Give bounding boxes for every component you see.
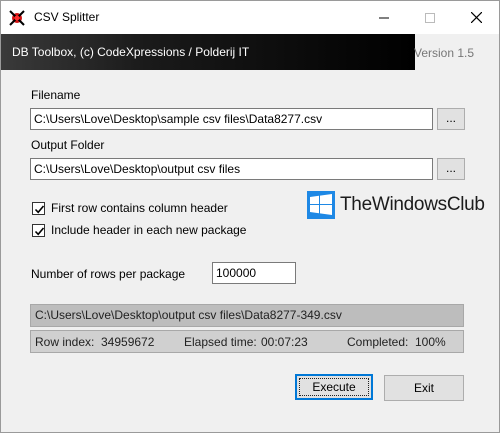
checkmark-icon (34, 204, 45, 213)
elapsed-time-label: Elapsed time: (184, 335, 257, 349)
output-folder-label: Output Folder (31, 138, 105, 152)
include-header-checkbox[interactable] (32, 223, 45, 237)
row-index-label: Row index: (35, 335, 95, 349)
watermark-text: TheWindowsClub (340, 194, 485, 215)
app-icon (9, 10, 25, 26)
header-checkbox-label: First row contains column header (51, 201, 228, 215)
maximize-button[interactable] (407, 1, 453, 34)
filename-input[interactable] (30, 108, 433, 130)
close-icon (470, 12, 482, 23)
title-bar[interactable]: CSV Splitter (1, 1, 499, 34)
row-index-value: 34959672 (101, 335, 155, 349)
version-label: Version 1.5 (414, 46, 475, 60)
header-checkbox[interactable] (32, 201, 45, 215)
elapsed-time-value: 00:07:23 (261, 335, 308, 349)
progress-status-bar: Row index: 34959672 Elapsed time: 00:07:… (30, 330, 464, 353)
browse-filename-button[interactable]: ... (437, 108, 465, 130)
execute-button[interactable]: Execute (295, 374, 373, 400)
csv-splitter-window: CSV Splitter DB Toolbox, (c) CodeXpressi… (0, 0, 500, 433)
close-button[interactable] (453, 1, 499, 34)
windows-logo-icon (307, 191, 335, 219)
window-title: CSV Splitter (34, 10, 100, 24)
checkmark-icon (34, 226, 45, 235)
maximize-icon (425, 12, 435, 23)
browse-output-button[interactable]: ... (437, 158, 465, 180)
output-folder-input[interactable] (30, 158, 433, 180)
include-header-checkbox-row[interactable]: Include header in each new package (32, 223, 246, 237)
completed-label: Completed: (347, 335, 409, 349)
header-checkbox-row[interactable]: First row contains column header (32, 201, 228, 215)
watermark: TheWindowsClub (307, 191, 485, 219)
rows-per-package-input[interactable] (212, 262, 296, 284)
include-header-checkbox-label: Include header in each new package (51, 223, 247, 237)
current-file-status: C:\Users\Love\Desktop\output csv files\D… (30, 304, 464, 327)
filename-label: Filename (31, 88, 81, 102)
exit-button[interactable]: Exit (384, 375, 464, 401)
minimize-icon (379, 17, 389, 18)
minimize-button[interactable] (361, 1, 407, 34)
banner-text: DB Toolbox, (c) CodeXpressions / Polderi… (12, 45, 250, 59)
execute-button-label: Execute (299, 378, 369, 396)
header-banner: DB Toolbox, (c) CodeXpressions / Polderi… (1, 34, 415, 70)
rows-per-package-label: Number of rows per package (31, 267, 186, 281)
completed-value: 100% (415, 335, 446, 349)
